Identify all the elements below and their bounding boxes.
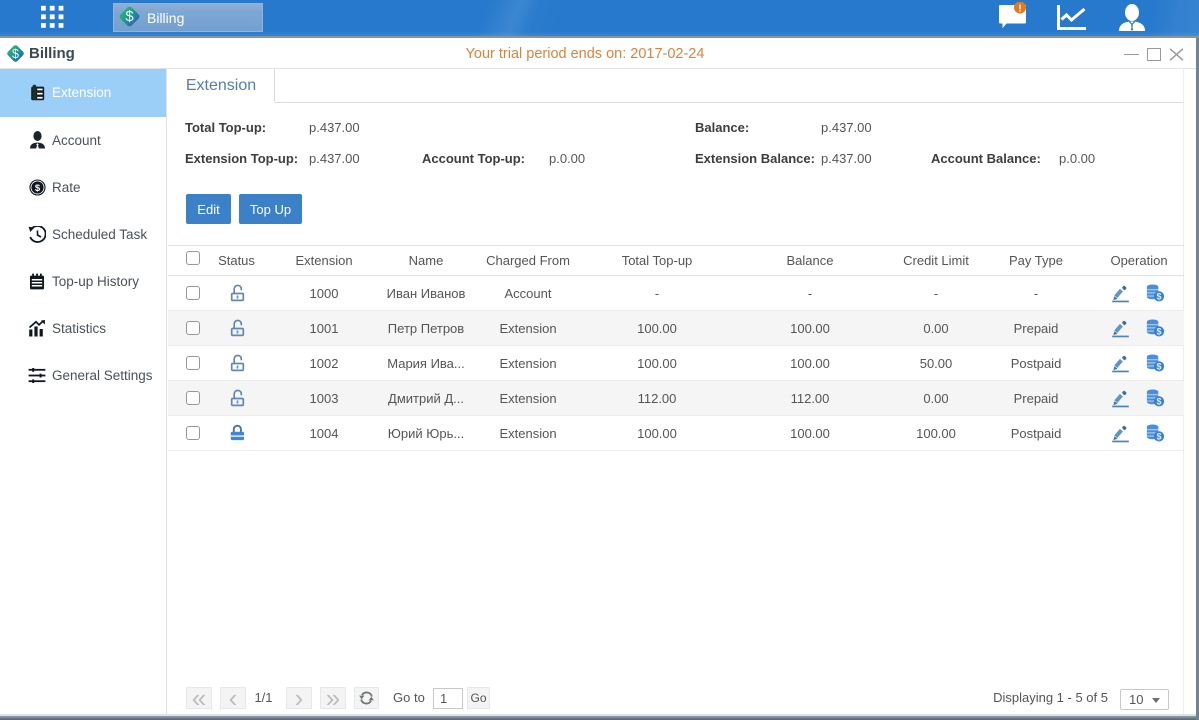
svg-text:!: !	[1018, 4, 1021, 15]
svg-text:$: $	[125, 8, 134, 25]
svg-text:$: $	[35, 183, 41, 194]
